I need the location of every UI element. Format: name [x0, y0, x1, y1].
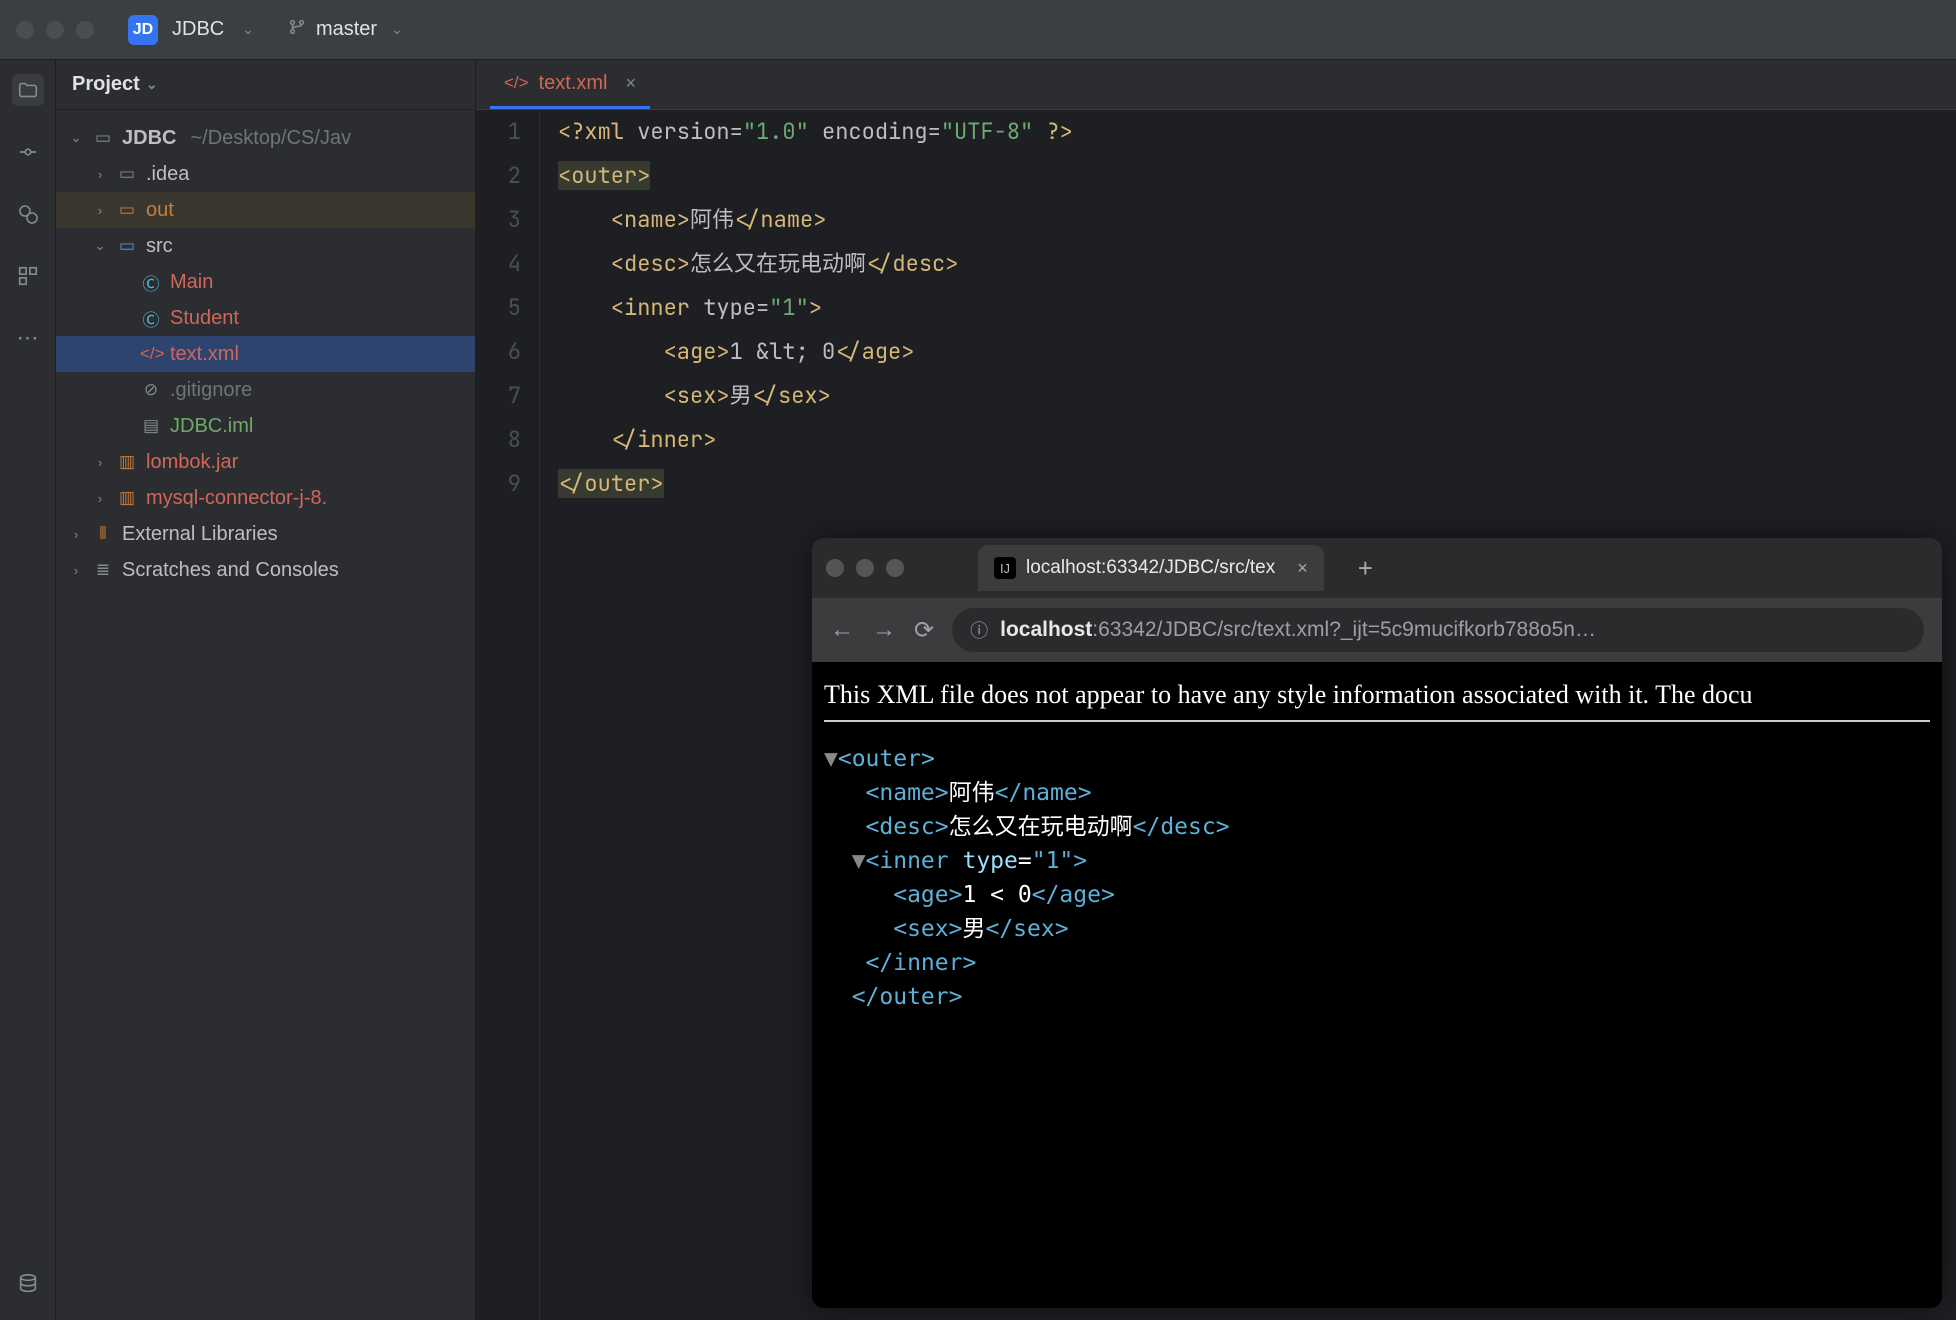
url-text: localhost:63342/JDBC/src/text.xml?_ijt=5… — [1000, 618, 1596, 642]
tree-label: .idea — [146, 163, 189, 186]
tree-path: ~/Desktop/CS/Jav — [190, 127, 351, 150]
vcs-tool-icon[interactable] — [12, 198, 44, 230]
more-tool-icon[interactable]: ⋯ — [12, 322, 44, 354]
tree-root[interactable]: ⌄ ▭ JDBC ~/Desktop/CS/Jav — [56, 120, 475, 156]
tree-label: JDBC — [122, 127, 176, 150]
tree-label: .gitignore — [170, 379, 252, 402]
module-icon: ▭ — [92, 128, 114, 148]
tree-file-student[interactable]: Ⓒ Student — [56, 300, 475, 336]
tree-label: Main — [170, 271, 213, 294]
jar-icon: ▥ — [116, 452, 138, 472]
chevron-down-icon: ⌄ — [391, 21, 403, 38]
browser-tab-title: localhost:63342/JDBC/src/tex — [1026, 557, 1275, 579]
tree-label: mysql-connector-j-8. — [146, 487, 327, 510]
commit-tool-icon[interactable] — [12, 136, 44, 168]
chevron-down-icon[interactable]: ⌄ — [242, 21, 254, 38]
tree-label: External Libraries — [122, 523, 278, 546]
project-tree: ⌄ ▭ JDBC ~/Desktop/CS/Jav › ▭ .idea › ▭ … — [56, 110, 475, 598]
new-tab-button[interactable]: + — [1358, 553, 1373, 584]
chevron-right-icon: › — [68, 563, 84, 578]
chevron-down-icon: ⌄ — [68, 130, 84, 146]
chevron-right-icon: › — [92, 167, 108, 182]
maximize-window-button[interactable] — [76, 21, 94, 39]
tree-scratches[interactable]: › ≣ Scratches and Consoles — [56, 552, 475, 588]
tree-file-main[interactable]: Ⓒ Main — [56, 264, 475, 300]
project-badge: JD — [128, 15, 158, 45]
info-icon[interactable]: ⓘ — [970, 617, 988, 643]
browser-toolbar: ← → ⟳ ⓘ localhost:63342/JDBC/src/text.xm… — [812, 598, 1942, 662]
forward-button[interactable]: → — [872, 616, 896, 644]
browser-window: IJ localhost:63342/JDBC/src/tex × + ← → … — [812, 538, 1942, 1308]
tree-label: JDBC.iml — [170, 415, 253, 438]
panel-header[interactable]: Project ⌄ — [56, 60, 475, 110]
reload-button[interactable]: ⟳ — [914, 616, 934, 645]
xml-icon: </> — [140, 344, 162, 364]
url-bar[interactable]: ⓘ localhost:63342/JDBC/src/text.xml?_ijt… — [952, 608, 1924, 652]
tree-file-iml[interactable]: ▤ JDBC.iml — [56, 408, 475, 444]
branch-name: master — [316, 18, 377, 41]
iml-icon: ▤ — [140, 416, 162, 436]
close-window-button[interactable] — [826, 559, 844, 577]
xml-style-warning: This XML file does not appear to have an… — [824, 680, 1930, 722]
folder-icon: ▭ — [116, 200, 138, 220]
database-tool-icon[interactable] — [12, 1268, 44, 1300]
tree-file-mysql[interactable]: › ▥ mysql-connector-j-8. — [56, 480, 475, 516]
xml-tree-view: ▼<outer> <name>阿伟</name> <desc>怎么又在玩电动啊<… — [824, 742, 1930, 1014]
browser-tab[interactable]: IJ localhost:63342/JDBC/src/tex × — [978, 545, 1324, 591]
tree-label: out — [146, 199, 174, 222]
line-gutter: 1 2 3 4 5 6 7 8 9 — [476, 110, 540, 1320]
tree-label: Student — [170, 307, 239, 330]
title-bar: JD JDBC ⌄ master ⌄ — [0, 0, 1956, 60]
close-icon[interactable]: × — [1297, 558, 1308, 579]
structure-tool-icon[interactable] — [12, 260, 44, 292]
minimize-window-button[interactable] — [856, 559, 874, 577]
tree-folder-src[interactable]: ⌄ ▭ src — [56, 228, 475, 264]
tree-file-gitignore[interactable]: ⊘ .gitignore — [56, 372, 475, 408]
browser-window-controls — [826, 559, 904, 577]
back-button[interactable]: ← — [830, 616, 854, 644]
tree-file-lombok[interactable]: › ▥ lombok.jar — [56, 444, 475, 480]
tree-folder-idea[interactable]: › ▭ .idea — [56, 156, 475, 192]
browser-tab-strip: IJ localhost:63342/JDBC/src/tex × + — [812, 538, 1942, 598]
chevron-right-icon: › — [92, 203, 108, 218]
tree-label: lombok.jar — [146, 451, 238, 474]
gitignore-icon: ⊘ — [140, 380, 162, 400]
branch-icon — [288, 18, 306, 41]
window-controls — [16, 21, 94, 39]
tree-folder-out[interactable]: › ▭ out — [56, 192, 475, 228]
tab-label: text.xml — [539, 72, 608, 95]
jar-icon: ▥ — [116, 488, 138, 508]
class-icon: Ⓒ — [140, 306, 162, 331]
editor-tabs: </> text.xml × — [476, 60, 1956, 110]
project-name[interactable]: JDBC — [172, 18, 224, 41]
chevron-right-icon: › — [92, 455, 108, 470]
close-window-button[interactable] — [16, 21, 34, 39]
panel-title: Project — [72, 73, 140, 96]
xml-icon: </> — [504, 73, 529, 93]
close-icon[interactable]: × — [626, 73, 637, 94]
project-tool-icon[interactable] — [12, 74, 44, 106]
left-tool-rail: ⋯ — [0, 60, 56, 1320]
favicon-icon: IJ — [994, 557, 1016, 579]
chevron-down-icon: ⌄ — [92, 238, 108, 254]
class-icon: Ⓒ — [140, 270, 162, 295]
tree-label: Scratches and Consoles — [122, 559, 339, 582]
folder-icon: ▭ — [116, 236, 138, 256]
maximize-window-button[interactable] — [886, 559, 904, 577]
tree-file-textxml[interactable]: </> text.xml — [56, 336, 475, 372]
chevron-right-icon: › — [92, 491, 108, 506]
scratches-icon: ≣ — [92, 560, 114, 580]
chevron-down-icon: ⌄ — [146, 76, 158, 93]
tree-label: src — [146, 235, 173, 258]
browser-viewport[interactable]: This XML file does not appear to have an… — [812, 662, 1942, 1308]
branch-selector[interactable]: master ⌄ — [288, 18, 403, 41]
chevron-right-icon: › — [68, 527, 84, 542]
library-icon: ⫴ — [92, 524, 114, 544]
folder-icon: ▭ — [116, 164, 138, 184]
project-panel: Project ⌄ ⌄ ▭ JDBC ~/Desktop/CS/Jav › ▭ … — [56, 60, 476, 1320]
editor-tab[interactable]: </> text.xml × — [490, 60, 650, 109]
minimize-window-button[interactable] — [46, 21, 64, 39]
tree-external-libs[interactable]: › ⫴ External Libraries — [56, 516, 475, 552]
tree-label: text.xml — [170, 343, 239, 366]
